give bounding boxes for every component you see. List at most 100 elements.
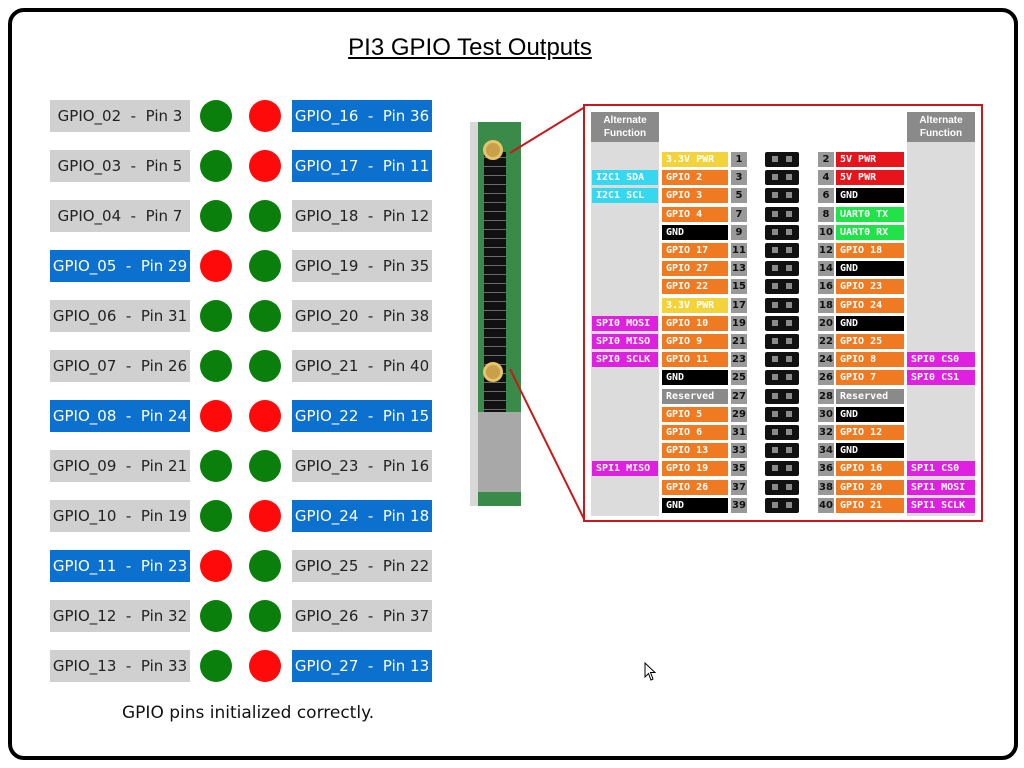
pin-number: 18 (818, 297, 834, 313)
pin-number: 12 (818, 243, 834, 258)
pin-number: 9 (731, 224, 747, 240)
gpio-label-right: GPIO_24 - Pin 18 (292, 500, 432, 532)
status-led-red (249, 150, 281, 182)
pin-function-tag: GPIO 21 (836, 497, 904, 513)
alt-function-tag: SPI0 CS1 (907, 370, 975, 386)
pin-number: 29 (731, 406, 747, 422)
gpio-label-left: GPIO_09 - Pin 21 (50, 450, 190, 482)
pin-function-tag: Reserved (662, 388, 728, 404)
pin-function-tag: GND (836, 443, 904, 459)
pin-number: 21 (731, 334, 747, 349)
gpio-label-right: GPIO_18 - Pin 12 (292, 200, 432, 232)
gpio-label-left: GPIO_12 - Pin 32 (50, 600, 190, 632)
alt-function-tag: SPI0 MOSI (592, 315, 658, 331)
status-message: GPIO pins initialized correctly. (122, 703, 375, 723)
header-pin-pair-icon (765, 352, 799, 368)
header-pin-pair-icon (765, 243, 799, 258)
alt-function-header-left: Alternate Function (591, 112, 659, 142)
status-led-green (200, 500, 232, 532)
pin-number: 2 (818, 152, 834, 167)
pin-number: 28 (818, 388, 834, 404)
alt-function-tag: SPI0 MISO (592, 334, 658, 349)
gpio-label-right: GPIO_26 - Pin 37 (292, 600, 432, 632)
pinout-diagram: Alternate Function Alternate Function 3.… (583, 104, 983, 522)
header-pin-pair-icon (765, 188, 799, 204)
status-led-green (249, 200, 281, 232)
pin-function-tag: GPIO 16 (836, 461, 904, 477)
pin-number: 35 (731, 461, 747, 477)
pin-number: 22 (818, 334, 834, 349)
gpio-label-right: GPIO_21 - Pin 40 (292, 350, 432, 382)
header-pin-pair-icon (765, 479, 799, 495)
pin-number: 20 (818, 315, 834, 331)
alt-function-header-right: Alternate Function (907, 112, 975, 142)
status-led-green (200, 450, 232, 482)
header-pin-pair-icon (765, 315, 799, 331)
pin-number: 37 (731, 479, 747, 495)
pin-function-tag: GPIO 10 (662, 315, 728, 331)
status-led-green (249, 350, 281, 382)
alt-function-tag: SPI1 MOSI (907, 479, 975, 495)
gpio-label-left: GPIO_04 - Pin 7 (50, 200, 190, 232)
alt-function-column-right (907, 112, 975, 516)
pin-function-tag: GPIO 2 (662, 170, 728, 186)
pin-function-tag: GND (662, 224, 728, 240)
pin-function-tag: GPIO 13 (662, 443, 728, 459)
pin-number: 3 (731, 170, 747, 186)
header-pin-pair-icon (765, 425, 799, 440)
status-led-green (200, 200, 232, 232)
pin-number: 14 (818, 261, 834, 277)
gpio-label-right: GPIO_20 - Pin 38 (292, 300, 432, 332)
pin-number: 27 (731, 388, 747, 404)
pin-function-tag: GND (662, 370, 728, 386)
gpio-label-left: GPIO_06 - Pin 31 (50, 300, 190, 332)
status-led-green (249, 450, 281, 482)
gpio-label-right: GPIO_23 - Pin 16 (292, 450, 432, 482)
header-pin-pair-icon (765, 370, 799, 386)
gpio-label-right: GPIO_19 - Pin 35 (292, 250, 432, 282)
pin-function-tag: GPIO 17 (662, 243, 728, 258)
pin-number: 39 (731, 497, 747, 513)
pin-number: 19 (731, 315, 747, 331)
header-pin-pair-icon (765, 279, 799, 295)
header-pin-pair-icon (765, 261, 799, 277)
pin-function-tag: Reserved (836, 388, 904, 404)
header-pin-pair-icon (765, 170, 799, 186)
mouse-cursor-icon (644, 662, 657, 681)
pin-function-tag: 3.3V PWR (662, 152, 728, 167)
status-led-green (249, 300, 281, 332)
alt-function-tag: SPI1 SCLK (907, 497, 975, 513)
pin-function-tag: GPIO 6 (662, 425, 728, 440)
pin-number: 1 (731, 152, 747, 167)
pin-function-tag: GPIO 27 (662, 261, 728, 277)
status-led-red (249, 400, 281, 432)
pin-function-tag: GPIO 22 (662, 279, 728, 295)
pin-function-tag: GPIO 12 (836, 425, 904, 440)
pin-function-tag: GPIO 7 (836, 370, 904, 386)
pin-number: 4 (818, 170, 834, 186)
gpio-label-left: GPIO_05 - Pin 29 (50, 250, 190, 282)
pin-function-tag: GPIO 25 (836, 334, 904, 349)
header-pin-pair-icon (765, 497, 799, 513)
header-pin-pair-icon (765, 406, 799, 422)
pin-function-tag: GND (836, 315, 904, 331)
pin-number: 31 (731, 425, 747, 440)
gpio-label-right: GPIO_27 - Pin 13 (292, 650, 432, 682)
pin-number: 6 (818, 188, 834, 204)
pin-function-tag: GND (662, 497, 728, 513)
pin-number: 25 (731, 370, 747, 386)
status-led-green (249, 250, 281, 282)
status-led-red (249, 100, 281, 132)
gpio-label-left: GPIO_08 - Pin 24 (50, 400, 190, 432)
pin-function-tag: GPIO 11 (662, 352, 728, 368)
pin-function-tag: GPIO 8 (836, 352, 904, 368)
pin-function-tag: GND (836, 188, 904, 204)
page-title: PI3 GPIO Test Outputs (348, 34, 592, 61)
gpio-label-left: GPIO_13 - Pin 33 (50, 650, 190, 682)
header-pin-pair-icon (765, 388, 799, 404)
pin-number: 17 (731, 297, 747, 313)
alt-function-tag: I2C1 SDA (592, 170, 658, 186)
status-led-green (249, 600, 281, 632)
mount-hole-icon (483, 140, 503, 160)
pin-function-tag: GND (836, 261, 904, 277)
